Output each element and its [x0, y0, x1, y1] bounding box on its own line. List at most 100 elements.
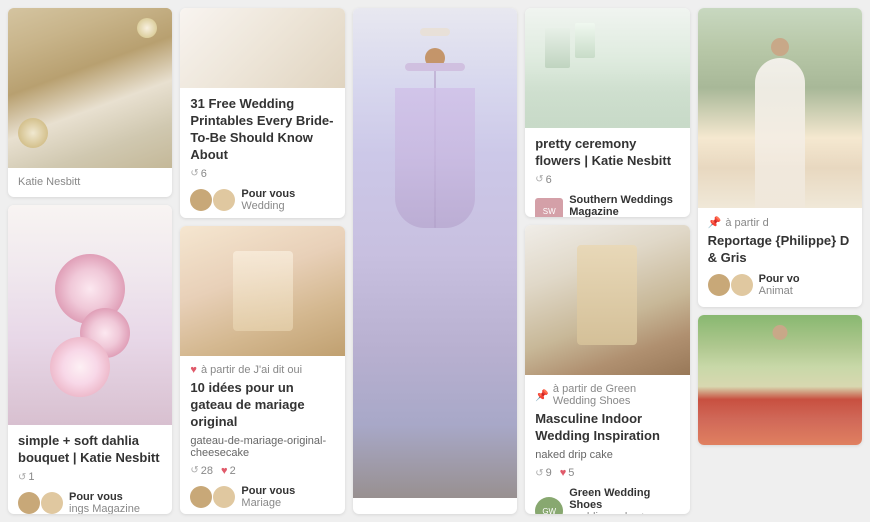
- card-dress-image: [353, 8, 517, 498]
- avatar-1: [18, 492, 40, 514]
- card-masculine-source: 📌 à partir de Green Wedding Shoes: [535, 383, 679, 407]
- masculine-avatar: GW: [535, 497, 563, 514]
- avatar-2: [41, 492, 63, 514]
- dahlia-avatar: [18, 492, 63, 514]
- card-gateau-title: 10 idées pour un gateau de mariage origi…: [190, 380, 334, 431]
- ceremony-user-info: Southern Weddings Magazine Southern Cere…: [569, 194, 679, 217]
- avatar-6: [213, 486, 235, 508]
- card-ceremony[interactable]: pretty ceremony flowers | Katie Nesbitt …: [525, 8, 689, 217]
- card-masculine-subtitle: naked drip cake: [535, 449, 679, 461]
- printables-user-name: Pour vous: [241, 188, 295, 200]
- masculine-likes: ♥ 5: [560, 467, 575, 479]
- reportage-avatar: [708, 274, 753, 296]
- printables-repins: ↺ 6: [190, 168, 207, 180]
- dahlia-user-name: Pour vous: [69, 491, 140, 503]
- avatar-5: [190, 486, 212, 508]
- card-printables-body: 31 Free Wedding Printables Every Bride-T…: [180, 88, 344, 218]
- masculine-user-name: Green Wedding Shoes: [569, 487, 679, 511]
- card-gateau-source-text: à partir de J'ai dit oui: [201, 364, 302, 376]
- card-printables-stats: ↺ 6: [190, 168, 334, 180]
- reportage-user-info: Pour vo Animat: [759, 273, 800, 297]
- card-ceremony-image: [525, 8, 689, 128]
- masonry-grid: Katie Nesbitt simple + soft dahlia bouqu…: [0, 0, 870, 522]
- ceremony-user-name: Southern Weddings Magazine: [569, 194, 679, 217]
- avatar-3: [190, 189, 212, 211]
- gateau-user-name: Pour vous: [241, 485, 295, 497]
- card-dahlia[interactable]: simple + soft dahlia bouquet | Katie Nes…: [8, 205, 172, 514]
- printables-user-board: Wedding: [241, 200, 295, 212]
- card-reportage-image: [698, 8, 862, 208]
- card-gateau-user: Pour vous Mariage: [190, 485, 334, 509]
- card-reportage-title: Reportage {Philippe} D & Gris: [708, 233, 852, 267]
- heart-icon-3: ♥: [221, 465, 228, 477]
- heart-source-icon: ♥: [190, 364, 197, 376]
- card-flowers-table-image: [8, 8, 172, 168]
- gateau-user-info: Pour vous Mariage: [241, 485, 295, 509]
- repin-icon: ↺: [18, 472, 26, 483]
- masculine-user-board: wedding cake + sweets: [569, 511, 679, 514]
- repin-icon-2: ↺: [190, 168, 198, 179]
- card-printables-user: Pour vous Wedding: [190, 188, 334, 212]
- card-flowers-table[interactable]: Katie Nesbitt: [8, 8, 172, 197]
- card-ceremony-stats: ↺ 6: [535, 174, 679, 186]
- card-reportage-source-text: à partir d: [725, 217, 768, 229]
- avatar-r2: [731, 274, 753, 296]
- gateau-repins: ↺ 28: [190, 465, 213, 477]
- repin-icon-5: ↺: [535, 468, 543, 479]
- card-masculine-user: GW Green Wedding Shoes wedding cake + sw…: [535, 487, 679, 514]
- card-reportage-user: Pour vo Animat: [708, 273, 852, 297]
- gateau-avatar: [190, 486, 235, 508]
- card-printables[interactable]: 31 Free Wedding Printables Every Bride-T…: [180, 8, 344, 218]
- flowers-table-caption: Katie Nesbitt: [8, 168, 172, 197]
- card-ceremony-body: pretty ceremony flowers | Katie Nesbitt …: [525, 128, 689, 217]
- pin-source-icon: 📌: [535, 389, 549, 402]
- card-dahlia-image: [8, 205, 172, 425]
- dahlia-user-info: Pour vous ings Magazine: [69, 491, 140, 514]
- reportage-user-board: Animat: [759, 285, 800, 297]
- ceremony-repins: ↺ 6: [535, 174, 552, 186]
- card-masculine[interactable]: 📌 à partir de Green Wedding Shoes Mascul…: [525, 225, 689, 514]
- gateau-user-board: Mariage: [241, 497, 295, 509]
- column-2: 31 Free Wedding Printables Every Bride-T…: [180, 8, 344, 514]
- masculine-user-info: Green Wedding Shoes wedding cake + sweet…: [569, 487, 679, 514]
- printables-avatar: [190, 189, 235, 211]
- card-gateau-stats: ↺ 28 ♥ 2: [190, 465, 334, 477]
- card-redshirt[interactable]: [698, 315, 862, 445]
- card-gateau[interactable]: ♥ à partir de J'ai dit oui 10 idées pour…: [180, 226, 344, 514]
- avatar-r1: [708, 274, 730, 296]
- card-gateau-body: ♥ à partir de J'ai dit oui 10 idées pour…: [180, 356, 344, 514]
- reportage-user-name: Pour vo: [759, 273, 800, 285]
- printables-user-info: Pour vous Wedding: [241, 188, 295, 212]
- column-1: Katie Nesbitt simple + soft dahlia bouqu…: [8, 8, 172, 514]
- card-masculine-source-text: à partir de Green Wedding Shoes: [553, 383, 680, 407]
- card-printables-title: 31 Free Wedding Printables Every Bride-T…: [190, 96, 334, 164]
- avatar-4: [213, 189, 235, 211]
- card-ceremony-user: SW Southern Weddings Magazine Southern C…: [535, 194, 679, 217]
- card-reportage-body: 📌 à partir d Reportage {Philippe} D & Gr…: [698, 208, 862, 307]
- column-5: 📌 à partir d Reportage {Philippe} D & Gr…: [698, 8, 862, 514]
- card-masculine-body: 📌 à partir de Green Wedding Shoes Mascul…: [525, 375, 689, 514]
- card-dahlia-body: simple + soft dahlia bouquet | Katie Nes…: [8, 425, 172, 514]
- repin-icon-4: ↺: [535, 174, 543, 185]
- card-redshirt-image: [698, 315, 862, 445]
- card-reportage[interactable]: 📌 à partir d Reportage {Philippe} D & Gr…: [698, 8, 862, 307]
- card-dress[interactable]: [353, 8, 517, 514]
- gateau-likes: ♥ 2: [221, 465, 236, 477]
- card-masculine-image: [525, 225, 689, 375]
- masculine-repins: ↺ 9: [535, 467, 552, 479]
- dahlia-user-board: ings Magazine: [69, 503, 140, 514]
- column-3: [353, 8, 517, 514]
- card-printables-image: [180, 8, 344, 88]
- card-masculine-stats: ↺ 9 ♥ 5: [535, 467, 679, 479]
- card-masculine-title: Masculine Indoor Wedding Inspiration: [535, 411, 679, 445]
- ceremony-avatar: SW: [535, 198, 563, 217]
- card-dahlia-title: simple + soft dahlia bouquet | Katie Nes…: [18, 433, 162, 467]
- repin-icon-3: ↺: [190, 465, 198, 476]
- flowers-table-author: Katie Nesbitt: [18, 176, 162, 188]
- card-ceremony-title: pretty ceremony flowers | Katie Nesbitt: [535, 136, 679, 170]
- card-dahlia-stats: ↺ 1: [18, 471, 162, 483]
- card-dahlia-user: Pour vous ings Magazine: [18, 491, 162, 514]
- card-reportage-source: 📌 à partir d: [708, 216, 852, 229]
- pin-source-icon-2: 📌: [708, 216, 722, 229]
- card-gateau-image: [180, 226, 344, 356]
